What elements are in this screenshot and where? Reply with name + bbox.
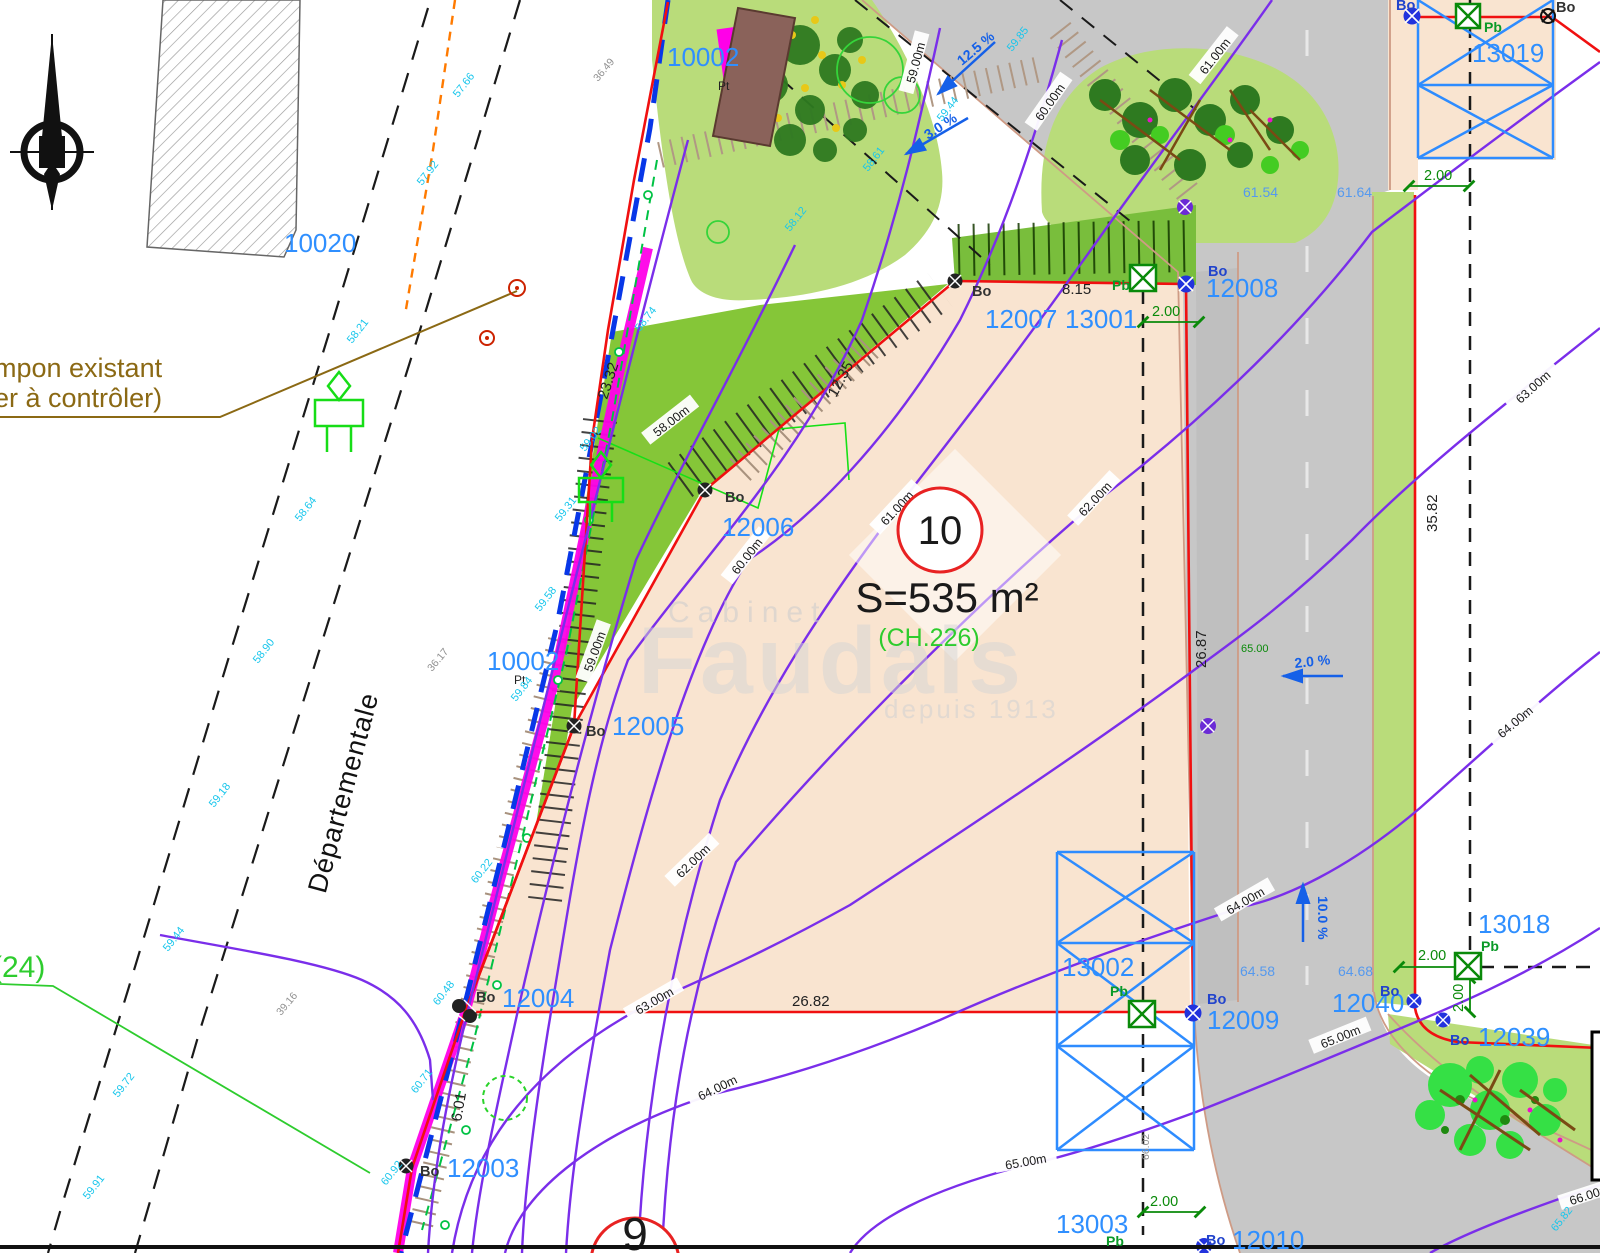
point-label-12005: 12005 xyxy=(612,711,684,741)
bo-tag: Bo xyxy=(420,1164,439,1180)
elevation-64-68: 64.68 xyxy=(1338,963,1373,979)
building-edge-bottom-right xyxy=(1592,1032,1600,1180)
dim-2-00: 2.00 xyxy=(1150,1194,1178,1210)
survey-site-plan: Cabinet Faudais depuis 1913 xyxy=(0,0,1600,1253)
bo-tag-blue: Bo xyxy=(1380,984,1399,1000)
dim-2-00: 2.00 xyxy=(1418,948,1446,964)
point-label-13002: 13002 xyxy=(1062,952,1134,982)
parcel-cadastre-ref: (CH.226) xyxy=(878,624,979,652)
point-label-12009: 12009 xyxy=(1207,1005,1279,1035)
point-label-10020: 10020 xyxy=(284,228,356,258)
bo-tag-blue: Bo xyxy=(1207,992,1226,1008)
point-label-12006: 12006 xyxy=(722,512,794,542)
parcel-10-number: 10 xyxy=(918,509,963,553)
dim-2-00: 2.00 xyxy=(1152,304,1180,320)
bo-tag: Bo xyxy=(476,990,495,1006)
pb-tag: Pb xyxy=(1106,1233,1124,1249)
svg-text:depuis 1913: depuis 1913 xyxy=(884,694,1059,724)
dim-26-82: 26.82 xyxy=(792,993,830,1010)
point-label-12010: 12010 xyxy=(1232,1225,1304,1253)
parcel-area: S=535 m² xyxy=(855,574,1038,621)
bo-tag-blue: Bo xyxy=(1208,264,1227,280)
point-label-13018: 13018 xyxy=(1478,909,1550,939)
bo-tag-blue: Bo xyxy=(1396,0,1415,14)
elevation-61-54: 61.54 xyxy=(1243,184,1278,200)
green-elevation: 65.00 xyxy=(1241,643,1269,655)
dim-26-87: 26.87 xyxy=(1193,630,1210,668)
green-strip-right xyxy=(1372,192,1414,1006)
bo-tag-blue: Bo xyxy=(1206,1233,1225,1249)
pt-tag: Pt xyxy=(718,79,730,93)
bo-tag: Bo xyxy=(972,284,991,300)
point-label-12039: 12039 xyxy=(1478,1022,1550,1052)
pb-tag: Pb xyxy=(1481,938,1499,954)
point-label-10002-left: 10002 xyxy=(487,646,559,676)
bo-tag: Bo xyxy=(725,490,744,506)
hatched-building xyxy=(147,0,300,257)
elevation-61-64: 61.64 xyxy=(1337,184,1372,200)
point-label-13019: 13019 xyxy=(1472,38,1544,68)
pb-tag: Pb xyxy=(1484,19,1502,35)
pb-tag: Pb xyxy=(1110,983,1128,999)
dim-8-15: 8.15 xyxy=(1062,281,1091,298)
point-label-12003: 12003 xyxy=(447,1153,519,1183)
note-line1: mpon existant xyxy=(0,353,163,383)
point-label-10002-top: 10002 xyxy=(667,42,739,72)
parcel-10-badge: 10 xyxy=(898,488,982,572)
dim-35-82: 35.82 xyxy=(1424,494,1441,532)
elevation-64-58: 64.58 xyxy=(1240,963,1275,979)
point-label-12004: 12004 xyxy=(502,983,574,1013)
pb-tag: Pb xyxy=(1112,277,1130,293)
dim-2-00: 2.00 xyxy=(1451,984,1467,1012)
parcel24-label: (24) xyxy=(0,951,45,984)
slope-10-0: 10.0 % xyxy=(1315,896,1331,940)
bo-tag-blue: Bo xyxy=(1450,1033,1469,1049)
bo-tag: Bo xyxy=(586,724,605,740)
note-line2: er à contrôler) xyxy=(0,383,162,413)
point-label-12007: 12007 xyxy=(985,304,1057,334)
dim-2-00: 2.00 xyxy=(1424,168,1452,184)
point-label-13001: 13001 xyxy=(1065,304,1137,334)
gray-mark: 66.02 xyxy=(1140,1134,1152,1160)
bo-tag: Bo xyxy=(1556,0,1575,16)
